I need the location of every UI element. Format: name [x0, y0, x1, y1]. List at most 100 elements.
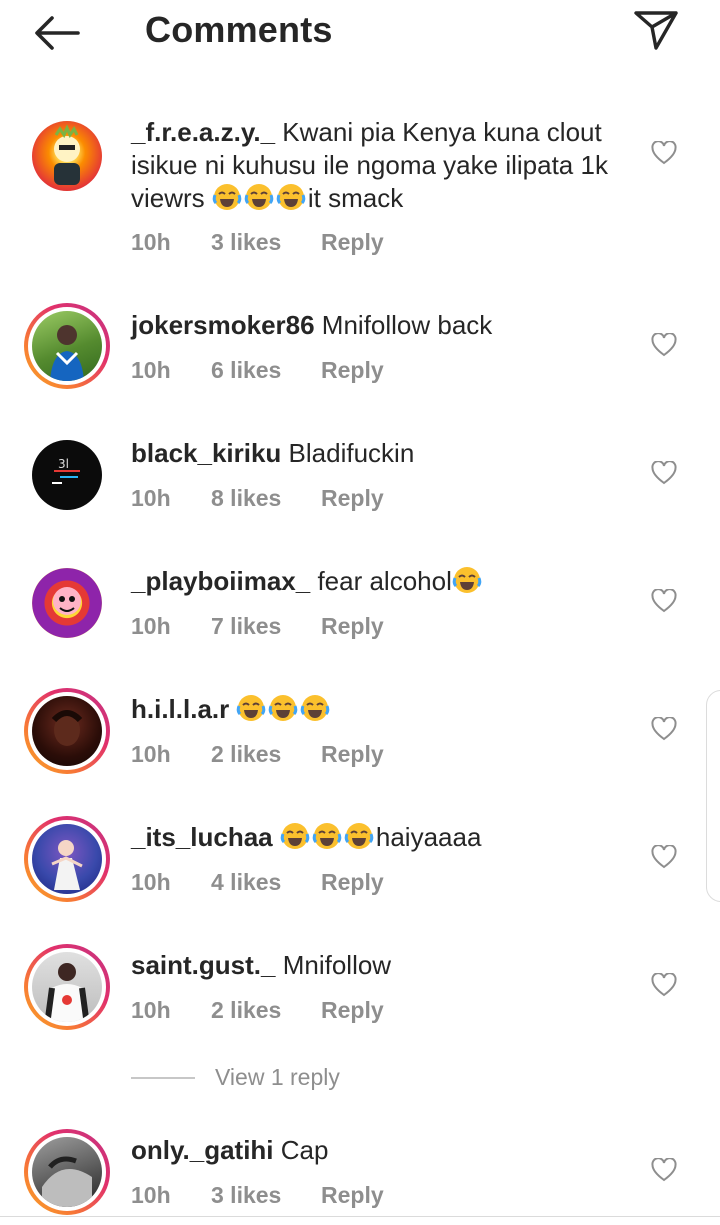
comment-body: Bladifuckin	[288, 438, 415, 468]
comment-text: _playboiimax_ fear alcohol	[131, 565, 631, 598]
comment-body-trailing: haiyaaaa	[375, 822, 482, 852]
comment-likes[interactable]: 4 likes	[211, 869, 281, 896]
like-button[interactable]	[648, 970, 680, 1000]
share-button[interactable]	[630, 6, 682, 54]
comments-screen: Comments _f.r.e.a.z.y._ Kwani pia Kenya …	[0, 0, 720, 1225]
reply-button[interactable]: Reply	[321, 997, 384, 1024]
comment-likes[interactable]: 3 likes	[211, 1182, 281, 1209]
laughing-emoji-icon	[452, 567, 482, 593]
comment-username[interactable]: only._gatihi	[131, 1135, 274, 1165]
back-button[interactable]	[30, 12, 82, 54]
comment-likes[interactable]: 2 likes	[211, 997, 281, 1024]
comment-likes[interactable]: 7 likes	[211, 613, 281, 640]
avatar[interactable]: 3l	[24, 432, 110, 518]
page-title: Comments	[145, 9, 333, 50]
avatar-picture	[53, 587, 81, 615]
view-replies-divider	[131, 1077, 195, 1079]
reply-button[interactable]: Reply	[321, 869, 384, 896]
laughing-emoji-icon	[344, 823, 374, 849]
comment-username[interactable]: h.i.l.l.a.r	[131, 694, 229, 724]
svg-text:3l: 3l	[58, 457, 69, 471]
comment-username[interactable]: black_kiriku	[131, 438, 281, 468]
laughing-emoji-icon	[244, 184, 274, 210]
reply-button[interactable]: Reply	[321, 1182, 384, 1209]
heart-icon	[651, 461, 677, 485]
reply-button[interactable]: Reply	[321, 613, 384, 640]
header-bar: Comments	[0, 0, 720, 64]
comment-username[interactable]: jokersmoker86	[131, 310, 315, 340]
heart-icon	[651, 589, 677, 613]
laughing-emoji-icon	[301, 695, 330, 721]
heart-icon	[651, 1158, 677, 1182]
comment-text: _its_luchaa haiyaaaa	[131, 821, 631, 854]
view-replies-label[interactable]: View 1 reply	[215, 1064, 340, 1091]
comment-likes[interactable]: 2 likes	[211, 741, 281, 768]
heart-icon	[651, 333, 677, 357]
comment-text: h.i.l.l.a.r	[131, 693, 631, 726]
reply-button[interactable]: Reply	[321, 229, 384, 256]
comment-time: 10h	[131, 741, 171, 767]
heart-icon	[651, 973, 677, 997]
like-button[interactable]	[648, 458, 680, 488]
comment-username[interactable]: _its_luchaa	[131, 822, 273, 852]
like-button[interactable]	[648, 842, 680, 872]
comment-username[interactable]: saint.gust._	[131, 950, 275, 980]
laughing-emoji-icon	[312, 823, 342, 849]
arrow-left-icon	[35, 16, 80, 50]
comment-text: jokersmoker86 Mnifollow back	[131, 309, 631, 342]
reply-button[interactable]: Reply	[321, 741, 384, 768]
comment-body: Mnifollow	[282, 950, 392, 980]
comment-body-trailing: it smack	[307, 183, 404, 213]
comment-body: Cap	[280, 1135, 329, 1165]
avatar[interactable]	[24, 113, 110, 199]
laughing-emoji-icons	[280, 822, 376, 852]
laughing-emoji-icon	[280, 823, 310, 849]
side-panel-handle[interactable]	[706, 690, 720, 902]
laughing-emoji-icons	[236, 694, 332, 724]
avatar-picture	[42, 1156, 92, 1207]
comment-time: 10h	[131, 613, 171, 639]
laughing-emoji-icon	[276, 184, 306, 210]
like-button[interactable]	[648, 586, 680, 616]
avatar[interactable]	[24, 688, 110, 774]
bottom-divider	[0, 1216, 720, 1217]
like-button[interactable]	[648, 138, 680, 168]
avatar[interactable]	[24, 1129, 110, 1215]
avatar-picture: 3l	[52, 457, 80, 484]
avatar[interactable]	[24, 944, 110, 1030]
avatar[interactable]	[24, 816, 110, 902]
laughing-emoji-icon	[212, 184, 242, 210]
comment-likes[interactable]: 8 likes	[211, 485, 281, 512]
heart-icon	[651, 141, 677, 165]
laughing-emoji-icons	[212, 183, 308, 213]
like-button[interactable]	[648, 1155, 680, 1185]
avatar-picture	[45, 963, 89, 1022]
comment-body: fear alcohol	[317, 566, 452, 596]
comment-time: 10h	[131, 869, 171, 895]
like-button[interactable]	[648, 714, 680, 744]
comment-text: saint.gust._ Mnifollow	[131, 949, 631, 982]
reply-button[interactable]: Reply	[321, 485, 384, 512]
comment-username[interactable]: _playboiimax_	[131, 566, 310, 596]
comment-time: 10h	[131, 1182, 171, 1208]
avatar[interactable]	[24, 303, 110, 389]
avatar-picture	[50, 325, 84, 381]
avatar-picture	[51, 710, 83, 746]
laughing-emoji-icon	[269, 695, 298, 721]
comment-likes[interactable]: 3 likes	[211, 229, 281, 256]
avatar[interactable]	[24, 560, 110, 646]
comment-time: 10h	[131, 229, 171, 255]
comment-text: _f.r.e.a.z.y._ Kwani pia Kenya kuna clou…	[131, 116, 631, 215]
reply-button[interactable]: Reply	[321, 357, 384, 384]
avatar-picture	[51, 840, 83, 890]
comment-body: Mnifollow back	[321, 310, 493, 340]
paper-plane-icon	[634, 11, 678, 50]
comment-username[interactable]: _f.r.e.a.z.y._	[131, 117, 275, 147]
comment-time: 10h	[131, 357, 171, 383]
laughing-emoji-icon	[237, 695, 266, 721]
like-button[interactable]	[648, 330, 680, 360]
comment-time: 10h	[131, 997, 171, 1023]
heart-icon	[651, 845, 677, 869]
comment-likes[interactable]: 6 likes	[211, 357, 281, 384]
comment-text: only._gatihi Cap	[131, 1134, 631, 1167]
